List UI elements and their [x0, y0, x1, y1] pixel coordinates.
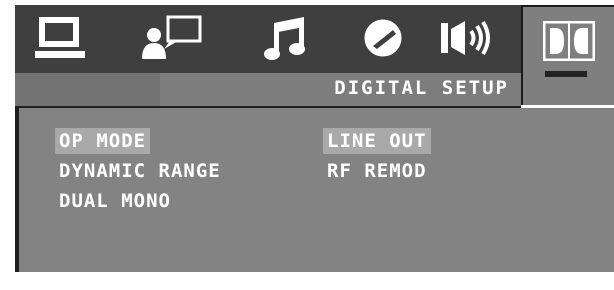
tab-digital[interactable]	[521, 5, 614, 105]
settings-panel: OP MODE DYNAMIC RANGE DUAL MONO LINE OUT…	[15, 108, 614, 272]
contrast-knob-icon	[364, 19, 402, 57]
tab-system[interactable]	[23, 7, 99, 69]
dvd-setup-osd: DIGITAL SETUP OP MODE DYNAMIC RANGE DUAL…	[15, 5, 614, 272]
tab-speaker[interactable]	[430, 7, 506, 69]
speaker-icon	[441, 20, 490, 56]
tab-video[interactable]	[345, 7, 421, 69]
menu-item-dual-mono[interactable]: DUAL MONO	[55, 188, 175, 214]
setup-tab-bar	[15, 5, 614, 105]
dolby-dd-icon	[543, 21, 595, 61]
option-line-out[interactable]: LINE OUT	[323, 128, 431, 154]
music-note-icon	[264, 17, 305, 60]
menu-item-op-mode[interactable]: OP MODE	[55, 128, 151, 154]
page-title: DIGITAL SETUP	[334, 77, 509, 99]
menu-item-dynamic-range[interactable]: DYNAMIC RANGE	[55, 158, 225, 184]
tab-language[interactable]	[135, 7, 211, 69]
option-rf-remod[interactable]: RF REMOD	[323, 158, 431, 184]
tab-audio[interactable]	[247, 7, 323, 69]
subtitle-bar: DIGITAL SETUP	[15, 73, 521, 108]
person-speech-icon	[142, 15, 202, 59]
monitor-icon	[35, 17, 85, 58]
active-tab-underline	[545, 71, 587, 77]
